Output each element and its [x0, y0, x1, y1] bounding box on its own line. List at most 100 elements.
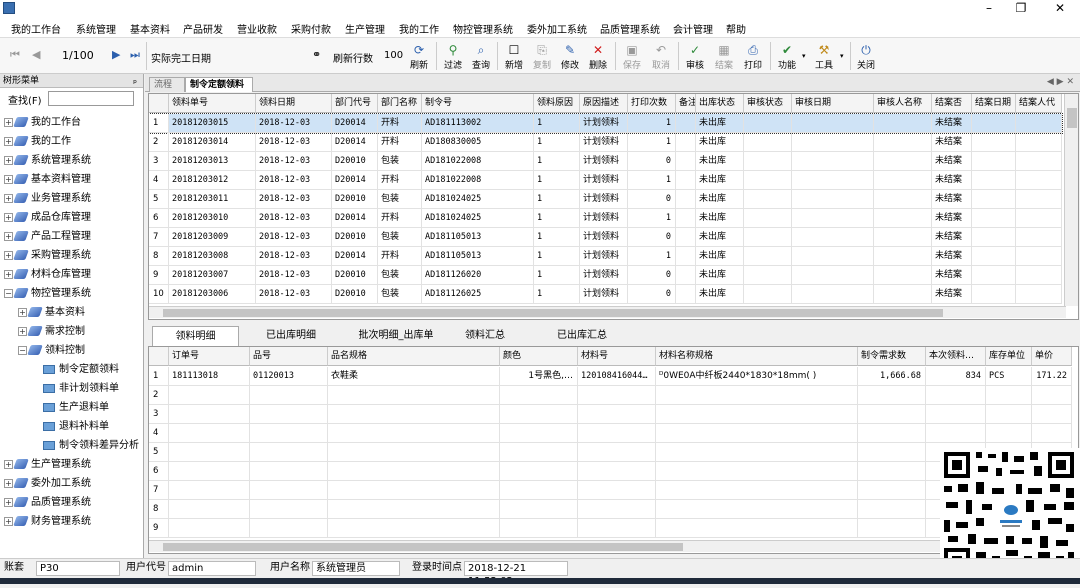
tree-item[interactable]: + 业务管理系统	[4, 190, 91, 208]
table-cell[interactable]	[250, 481, 328, 500]
table-cell[interactable]	[250, 500, 328, 519]
table-cell[interactable]: 计划领料	[580, 190, 628, 209]
row-number[interactable]: 9	[149, 519, 169, 538]
table-cell[interactable]: D20010	[332, 285, 378, 304]
column-header[interactable]: 审核人名称	[874, 94, 932, 113]
menu-purchase[interactable]: 采购付款	[291, 21, 331, 36]
horizontal-scrollbar[interactable]	[149, 306, 1066, 318]
tree-item[interactable]: + 财务管理系统	[4, 513, 91, 531]
table-row[interactable]: 7	[149, 481, 1072, 500]
close-case-button[interactable]: ▦ 结案	[711, 42, 737, 72]
table-cell[interactable]	[328, 424, 500, 443]
expand-toggle-icon[interactable]: +	[4, 155, 13, 165]
table-cell[interactable]	[792, 285, 874, 304]
column-header[interactable]: 单价	[1032, 347, 1072, 366]
table-cell[interactable]	[328, 386, 500, 405]
maximize-button[interactable]: ❐	[1006, 0, 1036, 18]
table-cell[interactable]	[169, 519, 250, 538]
exit-button[interactable]: ⏻ 关闭	[853, 42, 879, 72]
table-cell[interactable]: 未结案	[932, 133, 972, 152]
table-row[interactable]: 5 20181203011 2018-12-03 D20010 包装 AD18102402…	[149, 190, 1062, 209]
table-cell[interactable]	[874, 133, 932, 152]
table-cell[interactable]	[744, 152, 792, 171]
table-cell[interactable]	[972, 171, 1016, 190]
table-cell[interactable]: 未出库	[696, 133, 744, 152]
next-record-icon[interactable]: ▶	[112, 48, 120, 61]
tree-item[interactable]: + 委外加工系统	[4, 475, 91, 493]
table-cell[interactable]: 2018-12-03	[256, 228, 332, 247]
table-cell[interactable]	[500, 405, 578, 424]
tab-issue-summary[interactable]: 领料汇总	[452, 326, 518, 346]
table-cell[interactable]: 未结案	[932, 114, 972, 133]
row-number[interactable]: 5	[149, 443, 169, 462]
table-cell[interactable]	[874, 247, 932, 266]
table-cell[interactable]	[169, 500, 250, 519]
menu-sales[interactable]: 营业收款	[237, 21, 277, 36]
tree-item[interactable]: 制令定额领料	[32, 361, 119, 379]
table-cell[interactable]	[1016, 171, 1062, 190]
table-cell[interactable]	[169, 405, 250, 424]
table-cell[interactable]	[1016, 285, 1062, 304]
row-number[interactable]: 10	[149, 285, 169, 304]
table-cell[interactable]	[972, 266, 1016, 285]
table-cell[interactable]	[656, 386, 858, 405]
column-header[interactable]: 结案日期	[972, 94, 1016, 113]
table-cell[interactable]	[676, 209, 696, 228]
refresh-button[interactable]: ⟳ 刷新	[406, 42, 432, 72]
table-cell[interactable]	[1016, 266, 1062, 285]
table-row[interactable]: 4	[149, 424, 1072, 443]
tools-button[interactable]: ⚒ 工具	[811, 42, 837, 72]
column-header[interactable]: 审核状态	[744, 94, 792, 113]
tab-issued-detail[interactable]: 已出库明细	[248, 326, 334, 346]
table-cell[interactable]	[744, 133, 792, 152]
menu-workbench[interactable]: 我的工作台	[11, 21, 61, 36]
table-cell[interactable]	[169, 462, 250, 481]
table-cell[interactable]	[676, 114, 696, 133]
table-cell[interactable]	[986, 386, 1032, 405]
row-number[interactable]: 5	[149, 190, 169, 209]
column-header[interactable]: 制令需求数	[858, 347, 926, 366]
table-cell[interactable]	[250, 386, 328, 405]
table-cell[interactable]	[578, 500, 656, 519]
table-cell[interactable]: AD181113002	[422, 114, 534, 133]
table-cell[interactable]	[328, 462, 500, 481]
column-header[interactable]: 备注	[676, 94, 696, 113]
table-cell[interactable]	[858, 500, 926, 519]
tree-item[interactable]: + 生产管理系统	[4, 456, 91, 474]
table-cell[interactable]	[656, 443, 858, 462]
table-cell[interactable]	[250, 443, 328, 462]
table-cell[interactable]	[1016, 247, 1062, 266]
table-cell[interactable]	[1016, 133, 1062, 152]
expand-toggle-icon[interactable]: +	[4, 174, 13, 184]
table-cell[interactable]: 0	[628, 285, 676, 304]
table-cell[interactable]	[328, 519, 500, 538]
table-row[interactable]: 2	[149, 386, 1072, 405]
tree-item[interactable]: 制令领料差异分析	[32, 437, 139, 455]
table-cell[interactable]: 未出库	[696, 228, 744, 247]
table-cell[interactable]	[676, 228, 696, 247]
table-cell[interactable]	[858, 462, 926, 481]
column-header[interactable]: 品名规格	[328, 347, 500, 366]
table-cell[interactable]	[792, 152, 874, 171]
table-cell[interactable]	[972, 133, 1016, 152]
tree-item[interactable]: + 采购管理系统	[4, 247, 91, 265]
tree-item[interactable]: − 领料控制	[18, 342, 85, 360]
table-cell[interactable]: 20181203010	[169, 209, 256, 228]
table-cell[interactable]	[858, 405, 926, 424]
table-row[interactable]: 6 20181203010 2018-12-03 D20014 开料 AD18102402…	[149, 209, 1062, 228]
menu-basic-data[interactable]: 基本资料	[130, 21, 170, 36]
table-cell[interactable]	[744, 266, 792, 285]
table-cell[interactable]: 0	[628, 152, 676, 171]
row-number[interactable]: 3	[149, 405, 169, 424]
table-cell[interactable]: 1	[534, 247, 580, 266]
expand-toggle-icon[interactable]: +	[4, 231, 13, 241]
table-cell[interactable]: 171.22	[1032, 367, 1072, 386]
table-cell[interactable]	[792, 114, 874, 133]
table-cell[interactable]: 未出库	[696, 190, 744, 209]
column-header[interactable]: 结案人代	[1016, 94, 1062, 113]
table-cell[interactable]	[874, 266, 932, 285]
cancel-button[interactable]: ↶ 取消	[648, 42, 674, 72]
row-number[interactable]: 4	[149, 424, 169, 443]
table-cell[interactable]: 未出库	[696, 171, 744, 190]
column-header[interactable]: 库存单位	[986, 347, 1032, 366]
